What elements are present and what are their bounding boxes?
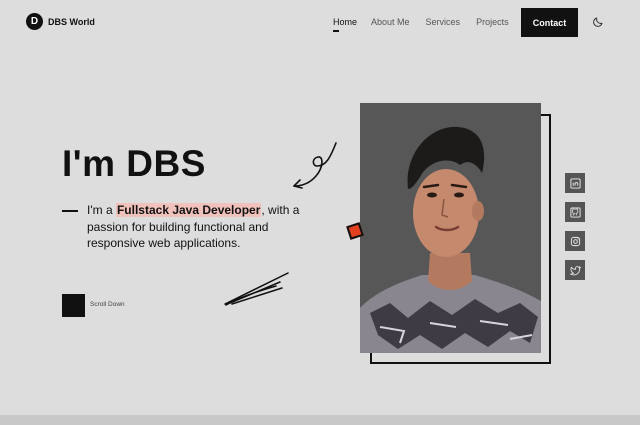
desc-prefix: I'm a <box>87 203 116 217</box>
nav-home[interactable]: Home <box>333 17 357 32</box>
twitter-icon[interactable] <box>565 260 585 280</box>
nav-about-me[interactable]: About Me <box>371 17 410 27</box>
instagram-icon[interactable] <box>565 231 585 251</box>
logo-text: DBS World <box>48 16 95 27</box>
linkedin-icon[interactable] <box>565 173 585 193</box>
scribble-doodle <box>224 272 289 306</box>
scroll-down-button[interactable] <box>62 294 85 317</box>
desc-highlight: Fullstack Java Developer <box>115 203 262 217</box>
nav-services[interactable]: Services <box>426 17 461 27</box>
hero-title: I'm DBS <box>62 143 206 184</box>
contact-button[interactable]: Contact <box>521 8 578 37</box>
hero-dash <box>62 210 78 212</box>
site-header: D DBS World Home About Me Services Proje… <box>0 0 640 45</box>
scroll-down-label[interactable]: Scroll Down <box>90 301 125 308</box>
social-links <box>565 173 585 280</box>
nav-projects[interactable]: Projects <box>476 17 509 27</box>
logo-badge: D <box>26 13 43 30</box>
logo[interactable]: D DBS World <box>26 13 95 30</box>
bottom-strip <box>0 415 640 425</box>
main-nav: Home About Me Services Projects <box>333 17 509 32</box>
profile-photo <box>360 103 541 353</box>
moon-icon[interactable] <box>592 16 604 28</box>
curly-arrow-doodle <box>293 142 337 189</box>
github-icon[interactable] <box>565 202 585 222</box>
hero-description: I'm a Fullstack Java Developer, with a p… <box>87 202 302 252</box>
